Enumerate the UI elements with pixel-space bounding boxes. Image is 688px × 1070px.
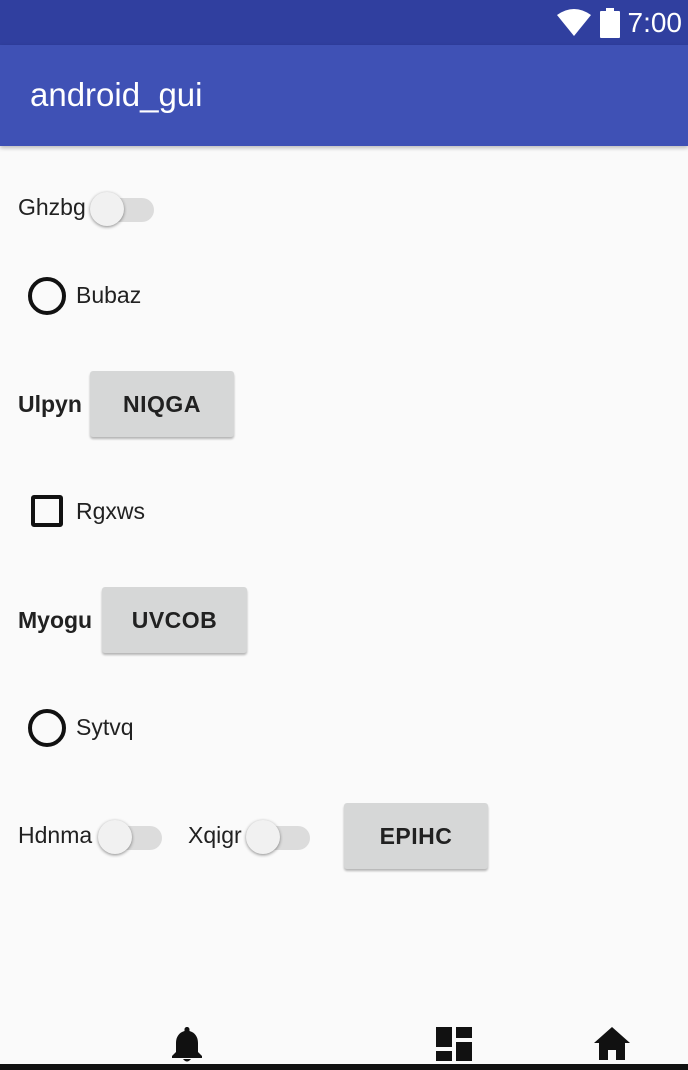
navigation-bar-edge <box>0 1064 688 1070</box>
ghzbg-label: Ghzbg <box>18 194 86 220</box>
screen: 7:00 android_gui Ghzbg Bubaz Ulpyn NIQGA… <box>0 0 688 1070</box>
ulpyn-label: Ulpyn <box>18 391 82 417</box>
switch-thumb <box>90 192 124 226</box>
bubaz-label[interactable]: Bubaz <box>76 281 141 309</box>
bell-icon[interactable] <box>170 1026 204 1062</box>
switch-thumb <box>98 820 132 854</box>
sytvq-label[interactable]: Sytvq <box>76 713 134 741</box>
bubaz-radio[interactable] <box>28 277 66 315</box>
uvcob-button[interactable]: UVCOB <box>102 587 247 653</box>
xqigr-label: Xqigr <box>188 822 242 848</box>
rgxws-label[interactable]: Rgxws <box>76 497 145 525</box>
sytvq-radio[interactable] <box>28 709 66 747</box>
ghzbg-switch[interactable] <box>90 186 158 226</box>
home-icon[interactable] <box>593 1026 631 1060</box>
hdnma-switch[interactable] <box>98 814 166 854</box>
app-bar: android_gui <box>0 45 688 146</box>
rgxws-checkbox[interactable] <box>31 495 63 527</box>
switch-thumb <box>246 820 280 854</box>
hdnma-label: Hdnma <box>18 822 93 848</box>
status-bar: 7:00 <box>0 0 688 45</box>
status-icons: 7:00 <box>556 6 683 40</box>
xqigr-switch[interactable] <box>246 814 314 854</box>
niqga-button[interactable]: NIQGA <box>90 371 234 437</box>
status-time: 7:00 <box>627 7 683 38</box>
app-title: android_gui <box>30 76 203 113</box>
myogu-label: Myogu <box>18 607 93 633</box>
epihc-button[interactable]: EPIHC <box>344 803 488 869</box>
battery-icon <box>599 8 620 38</box>
dashboard-icon[interactable] <box>436 1027 472 1061</box>
wifi-icon <box>556 9 591 36</box>
